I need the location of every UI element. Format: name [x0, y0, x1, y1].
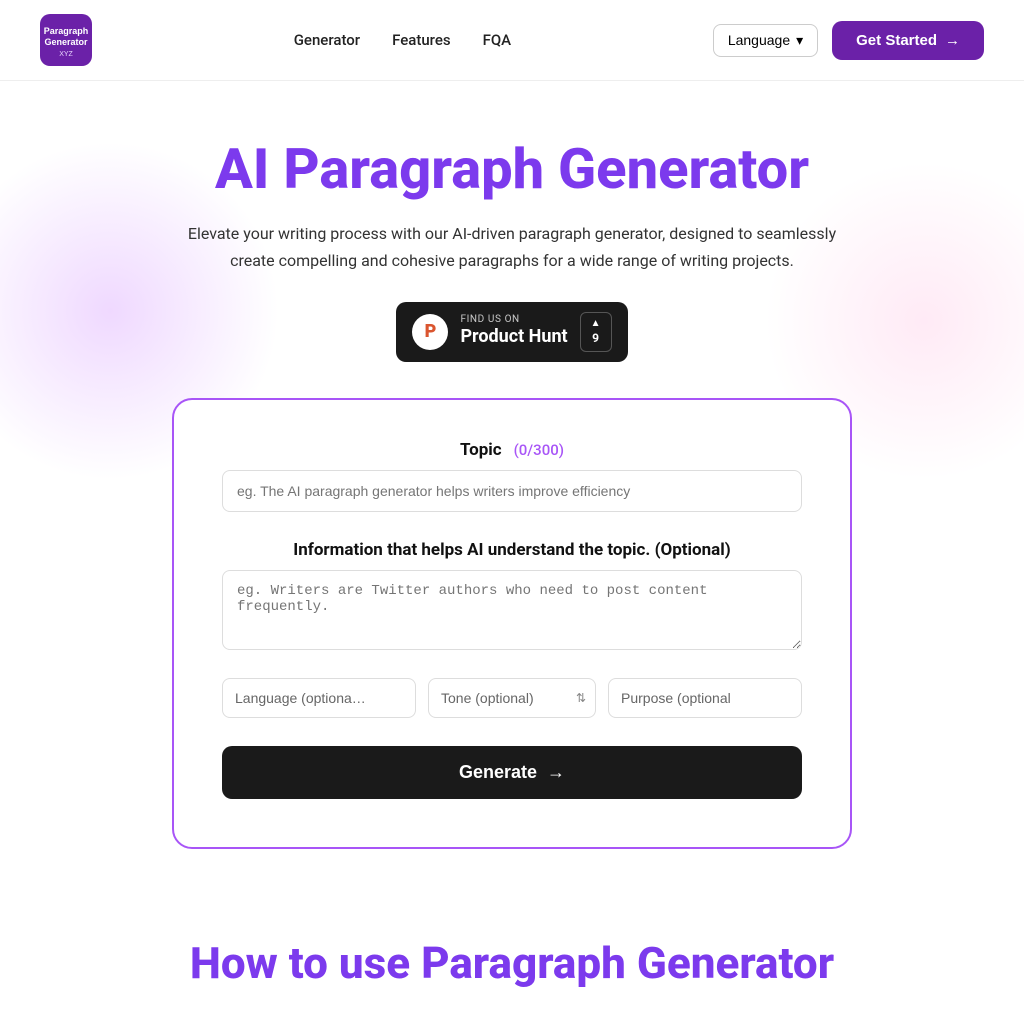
ph-letter: P — [425, 321, 437, 342]
ph-upvote-count: ▲ 9 — [580, 312, 612, 352]
generate-label: Generate — [459, 762, 537, 783]
language-button[interactable]: Language ▾ — [713, 24, 818, 57]
svg-text:Paragraph: Paragraph — [44, 26, 89, 36]
tone-select-wrap: Tone (optional) ⇅ — [428, 678, 596, 718]
nav-links: Generator Features FQA — [294, 31, 511, 49]
generate-button[interactable]: Generate → — [222, 746, 802, 799]
chevron-down-icon: ▾ — [796, 32, 803, 49]
product-hunt-icon: P — [412, 314, 448, 350]
ph-count: 9 — [592, 331, 599, 347]
topic-label-row: Topic (0/300) — [222, 440, 802, 460]
nav-fqa[interactable]: FQA — [483, 31, 512, 49]
language-label: Language — [728, 32, 790, 48]
topic-input[interactable] — [222, 470, 802, 512]
hero-section: AI Paragraph Generator Elevate your writ… — [0, 81, 1024, 917]
svg-text:XYZ: XYZ — [59, 51, 73, 58]
nav-features[interactable]: Features — [392, 31, 450, 49]
purpose-select[interactable]: Purpose (optional — [608, 678, 802, 718]
cta-arrow-icon: → — [945, 32, 960, 49]
ph-find-text: FIND US ON — [460, 315, 519, 325]
nav-right: Language ▾ Get Started → — [713, 21, 984, 60]
generate-arrow-icon: → — [547, 762, 565, 783]
navbar: Paragraph Generator XYZ Generator Featur… — [0, 0, 1024, 81]
ph-name: Product Hunt — [460, 325, 567, 348]
cta-label: Get Started — [856, 32, 937, 49]
logo[interactable]: Paragraph Generator XYZ — [40, 14, 92, 66]
topic-count: (0/300) — [514, 441, 564, 459]
topic-label: Topic — [460, 440, 502, 460]
get-started-button[interactable]: Get Started → — [832, 21, 984, 60]
nav-generator[interactable]: Generator — [294, 31, 360, 49]
options-row: Language (optiona… Tone (optional) ⇅ Pur… — [222, 678, 802, 718]
language-select[interactable]: Language (optiona… — [222, 678, 416, 718]
logo-icon: Paragraph Generator XYZ — [40, 14, 92, 66]
page-title: AI Paragraph Generator — [20, 137, 1004, 201]
ph-text: FIND US ON Product Hunt — [460, 315, 567, 348]
hero-subtitle: Elevate your writing process with our AI… — [172, 221, 852, 274]
generator-form-card: Topic (0/300) Information that helps AI … — [172, 398, 852, 849]
info-label: Information that helps AI understand the… — [222, 540, 802, 560]
product-hunt-badge[interactable]: P FIND US ON Product Hunt ▲ 9 — [396, 302, 627, 362]
info-textarea[interactable] — [222, 570, 802, 650]
ph-arrow-icon: ▲ — [591, 317, 601, 330]
how-to-section: How to use Paragraph Generator — [0, 917, 1024, 990]
tone-select[interactable]: Tone (optional) — [428, 678, 596, 718]
how-to-title: How to use Paragraph Generator — [20, 937, 1004, 990]
svg-text:Generator: Generator — [44, 37, 88, 47]
